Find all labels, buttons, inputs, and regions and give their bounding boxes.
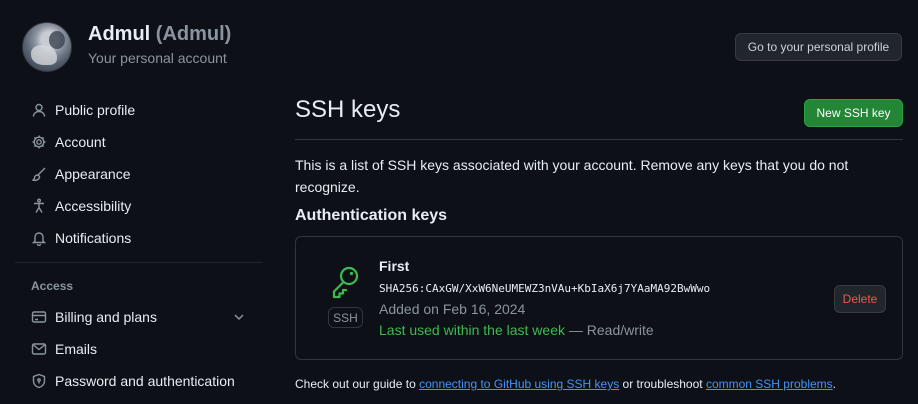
key-icon <box>332 266 359 299</box>
new-ssh-key-button[interactable]: New SSH key <box>804 99 903 127</box>
guide-suffix: . <box>832 377 837 391</box>
shield-lock-icon <box>31 373 47 389</box>
mail-icon <box>31 341 47 357</box>
sidebar-item-appearance[interactable]: Appearance <box>15 158 263 190</box>
ssh-troubleshoot-link[interactable]: common SSH problems <box>706 377 833 391</box>
sidebar-item-billing[interactable]: Billing and plans <box>15 301 263 333</box>
ssh-badge: SSH <box>328 307 363 328</box>
user-login: (Admul) <box>155 23 232 45</box>
key-added-date: Added on Feb 16, 2024 <box>379 301 526 317</box>
avatar[interactable] <box>22 22 72 72</box>
gear-icon <box>31 134 47 150</box>
page-description: This is a list of SSH keys associated wi… <box>295 157 849 195</box>
bell-icon <box>31 230 47 246</box>
key-fingerprint: SHA256:CAxGW/XxW6NeUMEWZ3nVAu+KbIaX6j7YA… <box>379 282 711 295</box>
go-to-profile-button[interactable]: Go to your personal profile <box>735 33 902 61</box>
sidebar-item-password[interactable]: Password and authentication <box>15 365 263 397</box>
key-usage: Last used within the last week — Read/wr… <box>379 322 654 338</box>
title-divider <box>295 139 903 140</box>
sidebar-item-label: Password and authentication <box>55 373 235 389</box>
sidebar-item-label: Public profile <box>55 102 136 118</box>
guide-middle: or troubleshoot <box>622 377 703 391</box>
sidebar-item-label: Emails <box>55 341 98 357</box>
ssh-guide-link[interactable]: connecting to GitHub using SSH keys <box>419 377 619 391</box>
sidebar-item-label: Accessibility <box>55 198 132 214</box>
user-name: Admul <box>88 23 151 45</box>
key-last-used: Last used within the last week <box>379 322 565 338</box>
key-access-level: — Read/write <box>568 322 654 338</box>
chevron-down-icon[interactable] <box>231 309 247 325</box>
sidebar-heading-access: Access <box>31 279 74 293</box>
key-title: First <box>379 258 410 274</box>
authentication-keys-heading: Authentication keys <box>295 207 448 224</box>
ssh-key-item: SSH First SHA256:CAxGW/XxW6NeUMEWZ3nVAu+… <box>295 236 903 360</box>
account-subtitle: Your personal account <box>88 50 227 66</box>
sidebar-item-public-profile[interactable]: Public profile <box>15 94 263 126</box>
account-header: Admul (Admul) Your personal account Go t… <box>22 22 902 72</box>
person-icon <box>31 102 47 118</box>
sidebar-divider <box>15 262 263 263</box>
settings-sidebar: Public profile Account Appearance Access… <box>15 94 263 397</box>
user-name-heading: Admul (Admul) <box>88 23 231 46</box>
ssh-guide-note: Check out our guide to connecting to Git… <box>295 377 836 391</box>
sidebar-item-label: Appearance <box>55 166 131 182</box>
sidebar-item-accessibility[interactable]: Accessibility <box>15 190 263 222</box>
accessibility-icon <box>31 198 47 214</box>
paintbrush-icon <box>31 166 47 182</box>
sidebar-item-emails[interactable]: Emails <box>15 333 263 365</box>
sidebar-item-notifications[interactable]: Notifications <box>15 222 263 254</box>
sidebar-item-account[interactable]: Account <box>15 126 263 158</box>
delete-key-button[interactable]: Delete <box>834 285 886 313</box>
guide-prefix: Check out our guide to <box>295 377 416 391</box>
sidebar-item-label: Notifications <box>55 230 132 246</box>
sidebar-item-label: Billing and plans <box>55 309 157 325</box>
page-title: SSH keys <box>295 96 401 123</box>
sidebar-item-label: Account <box>55 134 106 150</box>
credit-card-icon <box>31 309 47 325</box>
